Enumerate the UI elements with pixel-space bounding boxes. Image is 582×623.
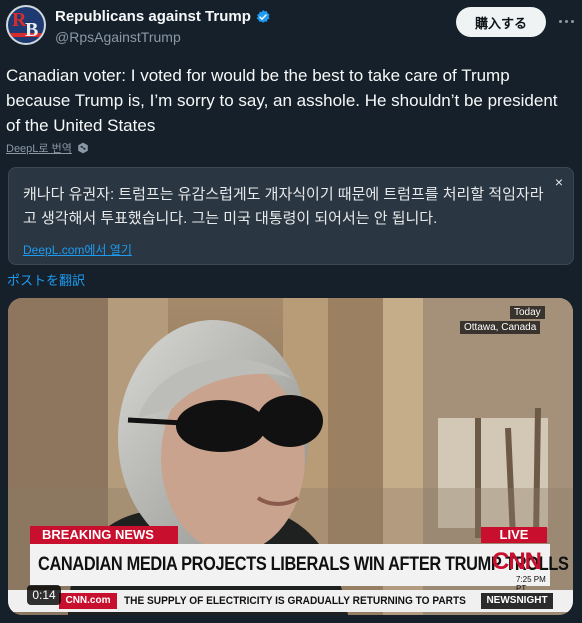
handle[interactable]: @RpsAgainstTrump bbox=[55, 29, 181, 45]
tweet-text: Canadian voter: I voted for would be the… bbox=[6, 66, 558, 135]
location-place-label: Ottawa, Canada bbox=[460, 321, 541, 334]
translation-text: 캐나다 유권자: 트럼프는 유감스럽게도 개자식이기 때문에 트럼프를 처리할 … bbox=[23, 186, 544, 227]
live-badge: LIVE bbox=[481, 527, 547, 543]
cnn-com-badge: CNN.com bbox=[59, 593, 117, 609]
chyron: CANADIAN MEDIA PROJECTS LIBERALS WIN AFT… bbox=[30, 544, 569, 593]
chyron-headline: CANADIAN MEDIA PROJECTS LIBERALS WIN AFT… bbox=[38, 554, 569, 575]
deepl-row: DeepL로 번역 bbox=[6, 140, 89, 156]
verified-badge-icon bbox=[256, 9, 270, 23]
translate-post-link[interactable]: ポストを翻訳 bbox=[7, 270, 85, 289]
ticker-text: THE SUPPLY OF ELECTRICITY IS GRADUALLY R… bbox=[124, 595, 466, 607]
name-row: Republicans against Trump bbox=[55, 8, 271, 25]
deepl-icon bbox=[78, 142, 88, 154]
close-icon[interactable]: × bbox=[555, 174, 563, 190]
subscribe-button[interactable]: 購入する bbox=[456, 7, 546, 37]
video-duration: 0:14 bbox=[27, 585, 61, 605]
cnn-logo: CNN bbox=[492, 548, 542, 575]
more-icon[interactable] bbox=[553, 8, 579, 34]
display-name[interactable]: Republicans against Trump bbox=[55, 8, 251, 25]
deepl-translate-link[interactable]: DeepL로 번역 bbox=[6, 140, 72, 156]
video-player[interactable]: Today Ottawa, Canada BREAKING NEWS LIVE … bbox=[8, 298, 573, 615]
open-in-deepl-link[interactable]: DeepL.com에서 열기 bbox=[23, 241, 132, 258]
news-ticker: CNN.com THE SUPPLY OF ELECTRICITY IS GRA… bbox=[8, 590, 573, 612]
show-name-badge: NEWSNIGHT bbox=[481, 593, 553, 609]
translation-panel: 캐나다 유권자: 트럼프는 유감스럽게도 개자식이기 때문에 트럼프를 처리할 … bbox=[8, 167, 574, 265]
breaking-news-label: BREAKING NEWS bbox=[30, 526, 178, 544]
location-day-label: Today bbox=[510, 306, 545, 319]
tweet-header: R B Republicans against Trump @RpsAgains… bbox=[0, 0, 582, 56]
avatar[interactable]: R B bbox=[6, 5, 46, 45]
avatar-letter-b: B bbox=[25, 19, 39, 41]
